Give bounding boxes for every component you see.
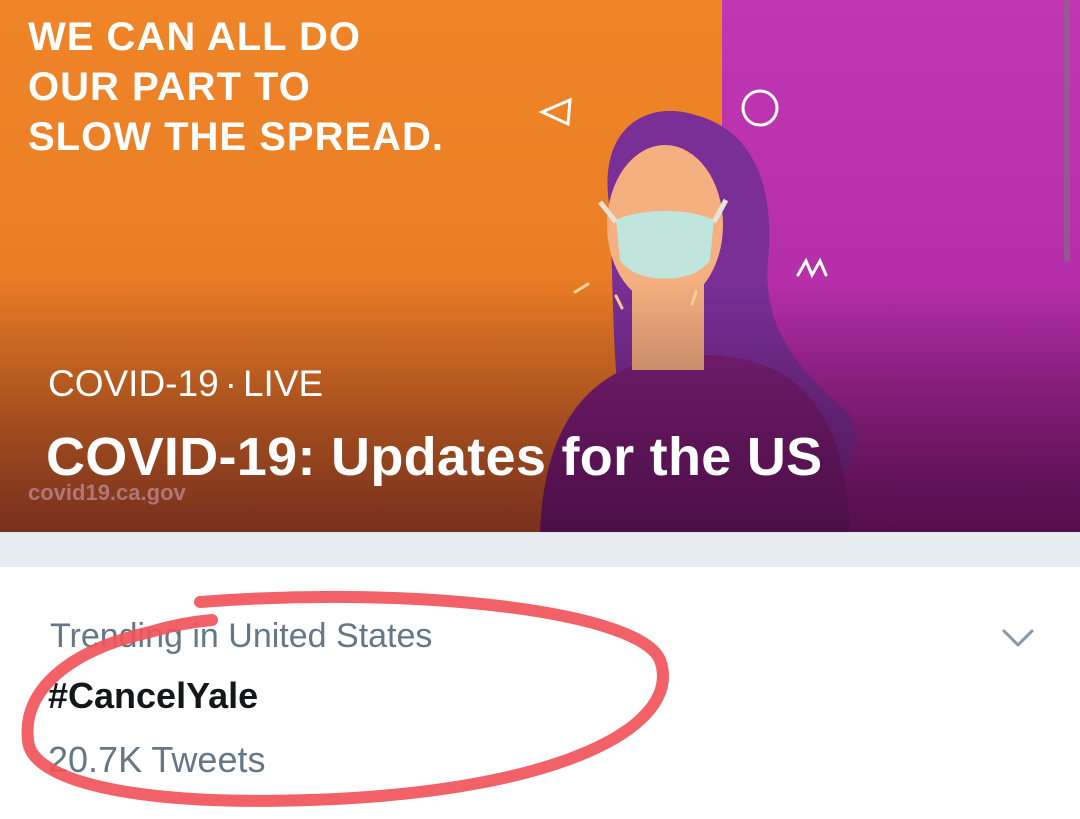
circle-outline-icon: [741, 89, 779, 127]
topic-label: COVID-19 · LIVE: [48, 362, 323, 406]
trend-tweet-count: 20.7K Tweets: [48, 739, 266, 780]
chevron-down-icon[interactable]: [998, 622, 1038, 652]
trend-item[interactable]: Trending in United States #CancelYale 20…: [0, 567, 1080, 819]
banner-headline[interactable]: COVID-19: Updates for the US: [46, 424, 823, 490]
trend-hashtag[interactable]: #CancelYale: [48, 673, 258, 719]
face-mask-shape: [616, 211, 714, 279]
section-divider: [0, 532, 1080, 568]
triangle-outline-icon: [538, 97, 572, 127]
topic-category: COVID-19: [48, 363, 219, 404]
topic-separator: ·: [224, 363, 237, 404]
trend-context: Trending in United States: [50, 617, 433, 655]
covid-banner[interactable]: WE CAN ALL DO OUR PART TO SLOW THE SPREA…: [0, 0, 1080, 532]
scrollbar[interactable]: [1064, 0, 1070, 262]
squiggle-icon: [796, 257, 828, 279]
topic-status: LIVE: [242, 363, 324, 404]
banner-slogan: WE CAN ALL DO OUR PART TO SLOW THE SPREA…: [28, 15, 445, 159]
